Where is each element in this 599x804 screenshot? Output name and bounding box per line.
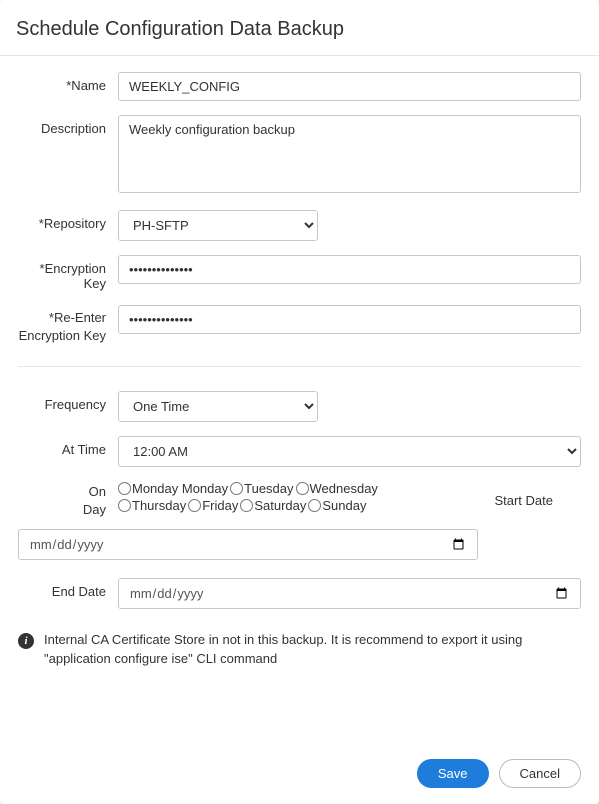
reenter-key-label: *Re-Enter Encryption Key xyxy=(18,305,118,344)
encryption-key-input[interactable] xyxy=(118,255,581,284)
row-repository: *Repository PH-SFTP xyxy=(18,210,581,241)
row-reenter-key: *Re-Enter Encryption Key xyxy=(18,305,581,344)
start-date-label: Start Date xyxy=(494,493,581,508)
start-date-input[interactable] xyxy=(18,529,478,560)
save-button[interactable]: Save xyxy=(417,759,489,788)
row-name: *Name xyxy=(18,72,581,101)
info-text: Internal CA Certificate Store in not in … xyxy=(44,631,524,667)
backup-schedule-modal: Schedule Configuration Data Backup *Name… xyxy=(0,0,599,804)
day-tuesday[interactable]: Tuesday xyxy=(230,481,293,496)
frequency-select[interactable]: One Time xyxy=(118,391,318,422)
name-input[interactable] xyxy=(118,72,581,101)
row-on-day: On Day Monday Monday Tuesday Wednesday T… xyxy=(18,481,581,519)
modal-title: Schedule Configuration Data Backup xyxy=(16,18,583,41)
info-row: i Internal CA Certificate Store in not i… xyxy=(18,623,581,667)
modal-footer: Save Cancel xyxy=(0,749,599,804)
day-wednesday[interactable]: Wednesday xyxy=(296,481,378,496)
row-description: Description Weekly configuration backup xyxy=(18,115,581,196)
reenter-key-input[interactable] xyxy=(118,305,581,334)
name-label: *Name xyxy=(18,72,118,93)
modal-body: *Name Description Weekly configuration b… xyxy=(0,56,599,749)
description-label: Description xyxy=(18,115,118,136)
day-monday[interactable]: Monday Monday xyxy=(118,481,228,496)
row-encryption-key: *Encryption Key xyxy=(18,255,581,291)
on-day-label: On Day xyxy=(18,481,118,519)
day-options: Monday Monday Tuesday Wednesday Thursday… xyxy=(118,481,408,513)
at-time-label: At Time xyxy=(18,436,118,457)
description-textarea[interactable]: Weekly configuration backup xyxy=(118,115,581,193)
row-at-time: At Time 12:00 AM xyxy=(18,436,581,467)
day-saturday[interactable]: Saturday xyxy=(240,498,306,513)
cancel-button[interactable]: Cancel xyxy=(499,759,581,788)
repository-select[interactable]: PH-SFTP xyxy=(118,210,318,241)
day-sunday[interactable]: Sunday xyxy=(308,498,366,513)
section-divider xyxy=(18,366,581,367)
frequency-label: Frequency xyxy=(18,391,118,412)
end-date-input[interactable] xyxy=(118,578,581,609)
at-time-select[interactable]: 12:00 AM xyxy=(118,436,581,467)
row-frequency: Frequency One Time xyxy=(18,391,581,422)
day-friday[interactable]: Friday xyxy=(188,498,238,513)
info-icon: i xyxy=(18,633,34,649)
end-date-label: End Date xyxy=(18,578,118,599)
day-thursday[interactable]: Thursday xyxy=(118,498,186,513)
repository-label: *Repository xyxy=(18,210,118,231)
row-start-date xyxy=(18,529,581,560)
encryption-key-label: *Encryption Key xyxy=(18,255,118,291)
modal-header: Schedule Configuration Data Backup xyxy=(0,0,599,56)
row-end-date: End Date xyxy=(18,578,581,609)
